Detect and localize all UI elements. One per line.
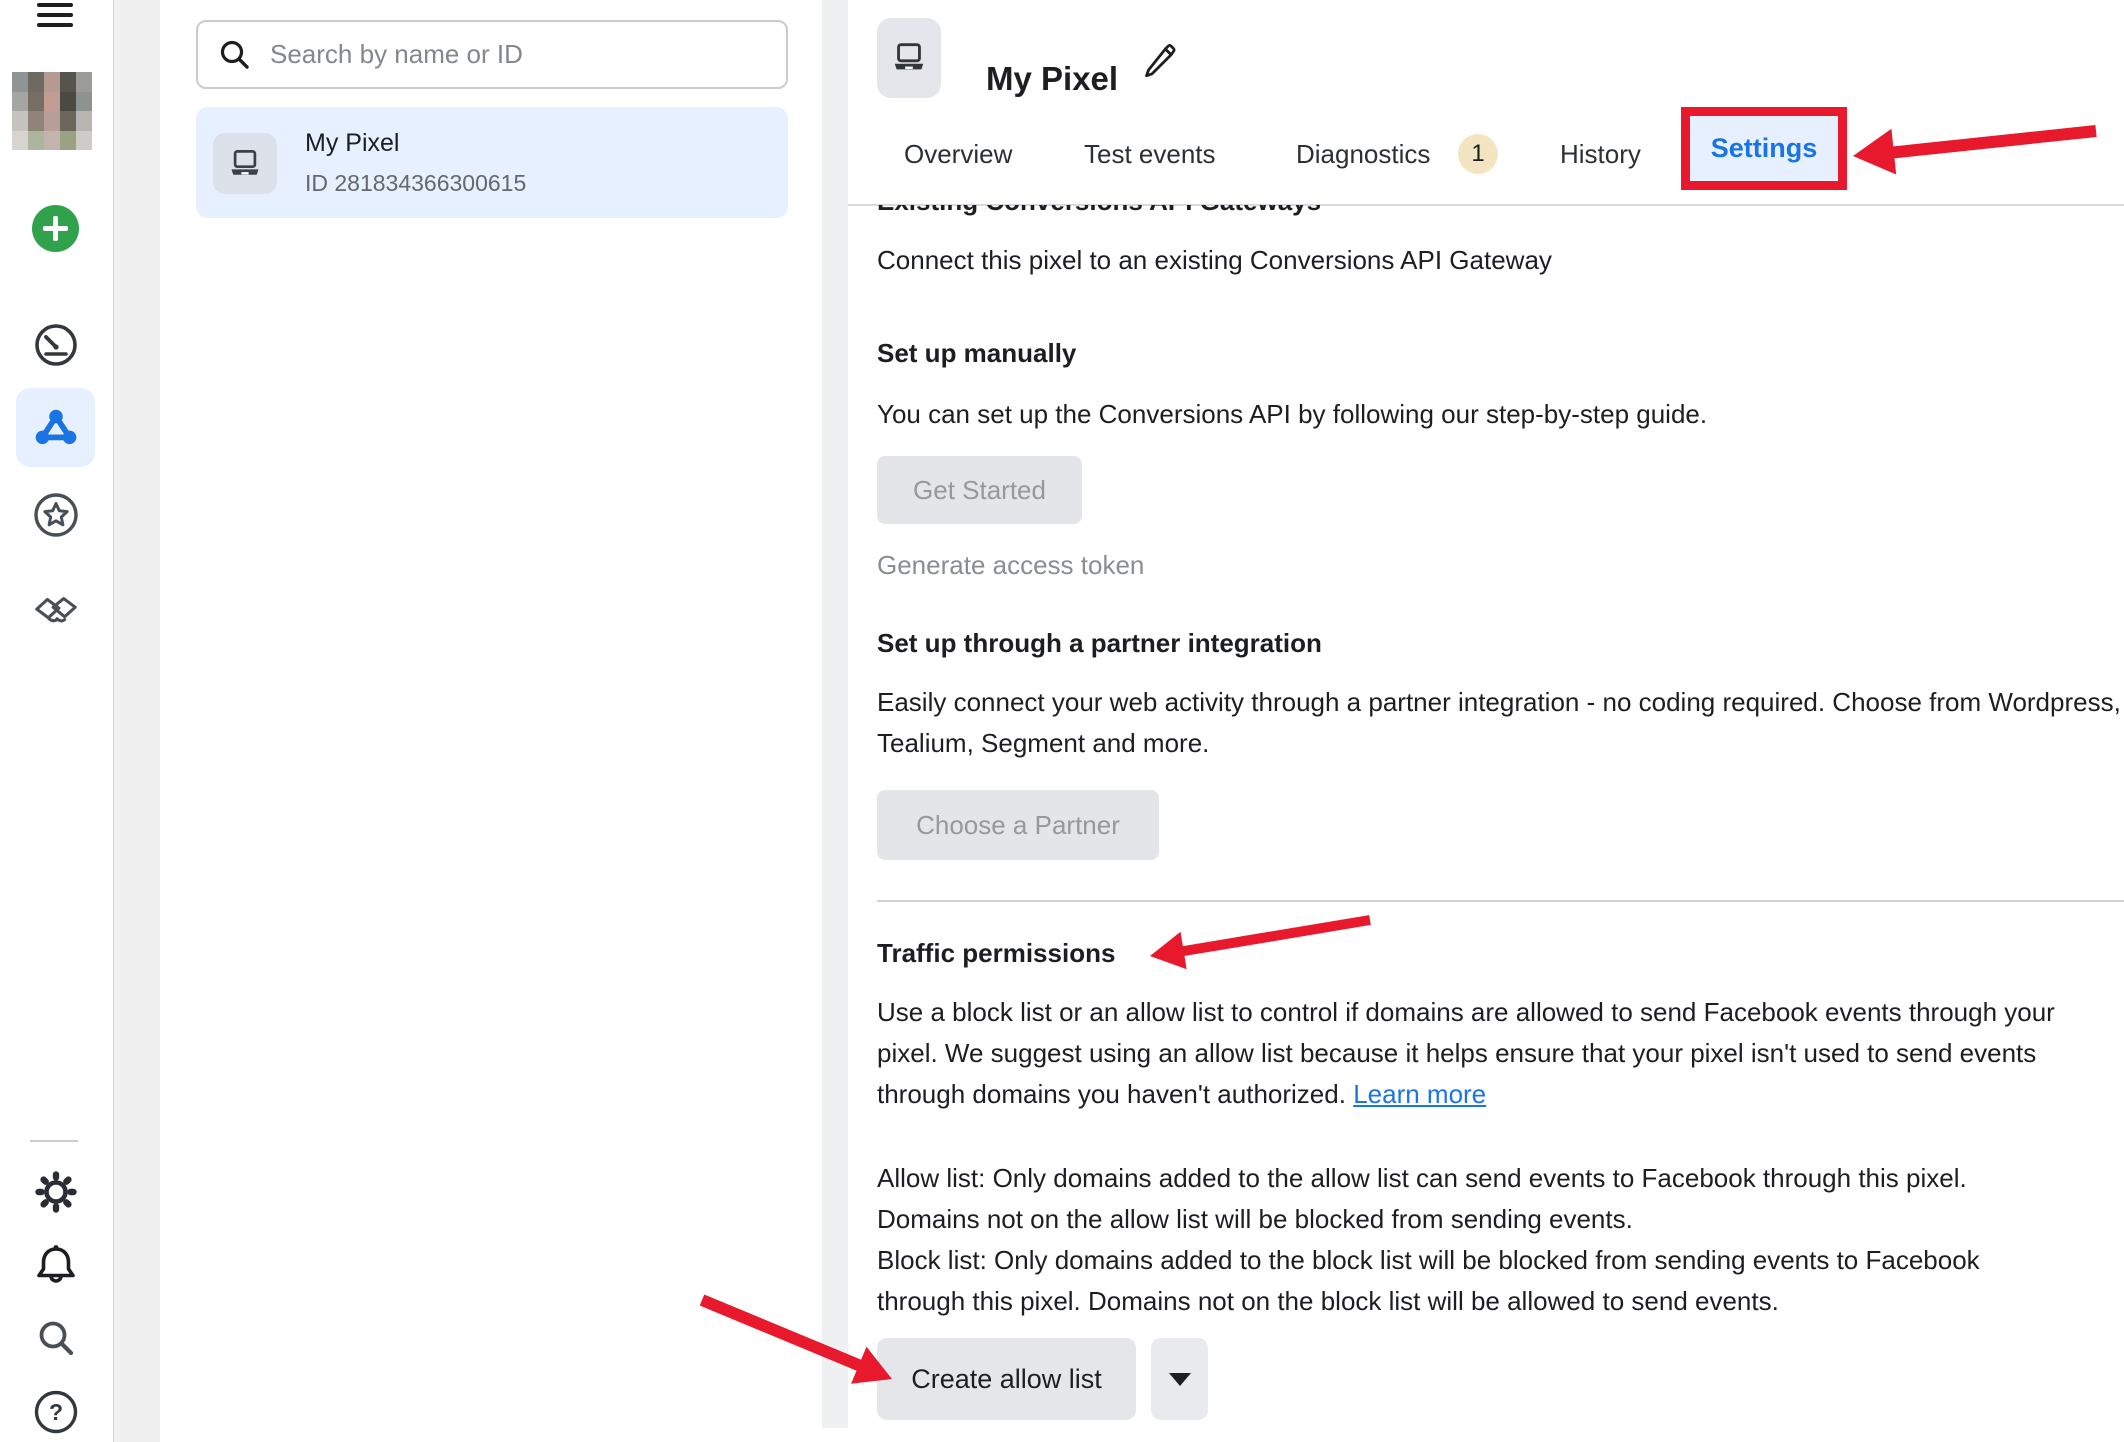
hamburger-menu-icon[interactable]: [37, 3, 73, 29]
events-manager-page: ? My Pixel ID 281834366300615: [0, 0, 2124, 1442]
sidebar-scroll-gutter: [113, 0, 161, 1442]
hamburger-bar: [37, 13, 73, 17]
search-box[interactable]: [196, 20, 788, 89]
tab-diagnostics[interactable]: Diagnostics: [1296, 139, 1430, 170]
events-manager-icon: [31, 403, 81, 453]
pixel-id: ID 281834366300615: [305, 170, 526, 197]
edit-pencil-icon[interactable]: [1140, 40, 1178, 83]
tab-settings-highlight-box[interactable]: Settings: [1681, 107, 1847, 190]
block-list-line: Block list: Only domains added to the bl…: [877, 1245, 1980, 1316]
plus-vertical: [53, 216, 58, 241]
main-scroll-gutter[interactable]: [822, 0, 848, 1428]
datasource-list-panel: My Pixel ID 281834366300615: [160, 0, 822, 1442]
svg-text:?: ?: [49, 1399, 63, 1425]
bell-icon[interactable]: [32, 1240, 80, 1288]
hamburger-bar: [37, 23, 73, 27]
tab-history[interactable]: History: [1560, 139, 1641, 170]
generate-access-token-link[interactable]: Generate access token: [877, 550, 1144, 581]
traffic-description: Use a block list or an allow list to con…: [877, 992, 2077, 1115]
laptop-icon: [227, 148, 263, 180]
handshake-icon[interactable]: [32, 588, 80, 636]
hamburger-bar: [37, 3, 73, 7]
partner-description: Easily connect your web activity through…: [877, 682, 2124, 764]
create-allow-list-split-button: Create allow list: [877, 1338, 1208, 1420]
chevron-down-icon: [1169, 1373, 1191, 1386]
tab-test-events[interactable]: Test events: [1084, 139, 1216, 170]
get-started-button[interactable]: Get Started: [877, 456, 1082, 524]
section-divider: [877, 900, 2124, 902]
search-input[interactable]: [268, 38, 762, 71]
allow-list-line: Allow list: Only domains added to the al…: [877, 1163, 1967, 1234]
help-icon[interactable]: ?: [32, 1388, 80, 1436]
tab-settings[interactable]: Settings: [1711, 133, 1818, 164]
gear-icon[interactable]: [32, 1168, 80, 1216]
pixel-tile: [213, 133, 277, 194]
pixel-name: My Pixel: [305, 129, 399, 158]
create-list-dropdown-button[interactable]: [1151, 1338, 1208, 1420]
search-icon: [218, 38, 252, 72]
allow-block-explainer: Allow list: Only domains added to the al…: [877, 1158, 2057, 1322]
choose-partner-button[interactable]: Choose a Partner: [877, 790, 1159, 860]
gateway-description: Connect this pixel to an existing Conver…: [877, 240, 2097, 281]
main-content: My Pixel Overview Test events Diagnostic…: [848, 0, 2124, 1442]
tab-overview[interactable]: Overview: [904, 139, 1012, 170]
create-plus-icon[interactable]: [32, 205, 79, 252]
star-circle-icon[interactable]: [32, 491, 80, 539]
sidebar-item-events-manager[interactable]: [16, 388, 95, 467]
learn-more-link[interactable]: Learn more: [1353, 1079, 1486, 1109]
pixel-header-tile: [877, 18, 941, 98]
manual-description: You can set up the Conversions API by fo…: [877, 394, 2097, 435]
pixel-list-item[interactable]: My Pixel ID 281834366300615: [196, 107, 788, 218]
page-title: My Pixel: [986, 60, 1118, 98]
gauge-icon[interactable]: [32, 321, 80, 369]
laptop-icon: [890, 41, 928, 75]
clipped-section-heading: Existing Conversions API Gateways: [877, 205, 1577, 218]
traffic-permissions-heading: Traffic permissions: [877, 938, 1115, 969]
nav-sidebar: ?: [0, 0, 113, 1442]
manual-heading: Set up manually: [877, 338, 1076, 369]
diagnostics-badge: 1: [1458, 134, 1498, 174]
sidebar-divider: [30, 1140, 78, 1142]
avatar[interactable]: [12, 72, 92, 150]
create-allow-list-button[interactable]: Create allow list: [877, 1338, 1136, 1420]
partner-heading: Set up through a partner integration: [877, 628, 1322, 659]
sidebar-search-icon[interactable]: [32, 1314, 80, 1362]
